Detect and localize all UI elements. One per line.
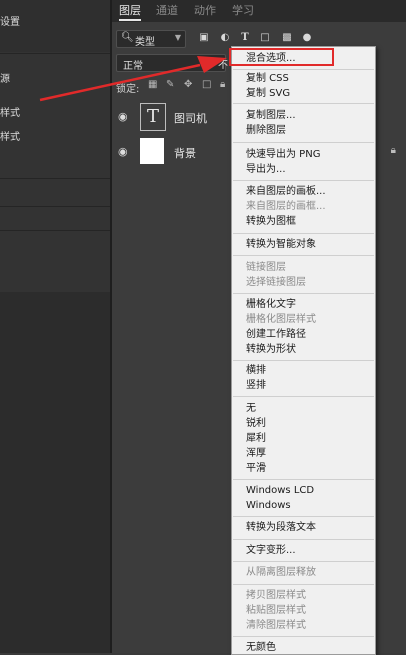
annotation-arrow-icon: [39, 56, 227, 102]
